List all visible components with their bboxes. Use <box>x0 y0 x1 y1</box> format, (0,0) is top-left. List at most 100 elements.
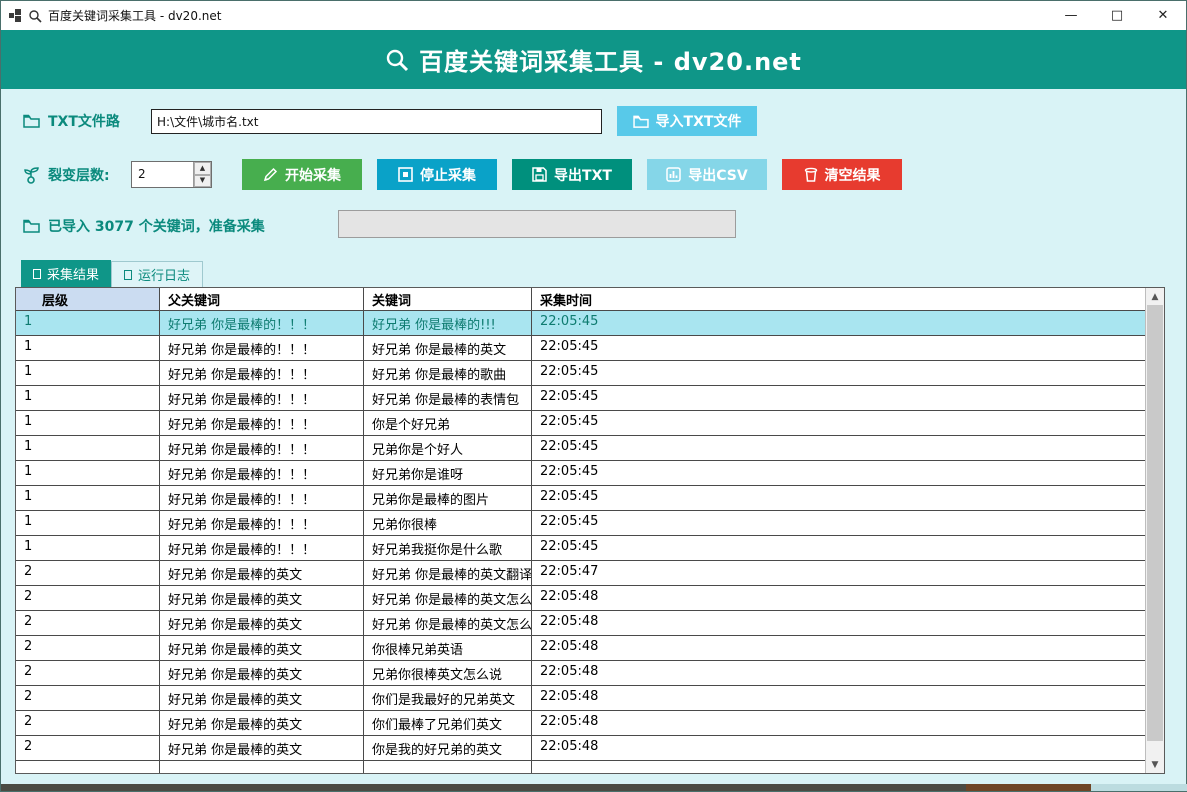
start-collect-label: 开始采集 <box>285 165 341 185</box>
table-row[interactable]: 1好兄弟 你是最棒的！！！好兄弟 你是最棒的表情包22:05:45 <box>16 386 1145 411</box>
table-cell <box>160 761 364 773</box>
fission-depth-stepper[interactable]: 2 ▲ ▼ <box>131 161 212 188</box>
import-txt-button[interactable]: 导入TXT文件 <box>617 106 757 136</box>
table-cell: 好兄弟 你是最棒的！！！ <box>160 486 364 510</box>
column-header-parent-keyword[interactable]: 父关键词 <box>160 288 364 310</box>
stepper-down-icon[interactable]: ▼ <box>194 175 211 188</box>
export-csv-label: 导出CSV <box>688 165 747 185</box>
table-cell: 22:05:45 <box>532 311 1145 335</box>
table-row[interactable]: 1好兄弟 你是最棒的！！！好兄弟 你是最棒的歌曲22:05:45 <box>16 361 1145 386</box>
table-cell: 你很棒兄弟英语 <box>364 636 532 660</box>
pen-icon <box>263 167 278 182</box>
table-cell: 22:05:48 <box>532 711 1145 735</box>
folder-icon <box>633 115 649 128</box>
table-cell: 好兄弟 你是最棒的英文 <box>364 336 532 360</box>
table-cell: 22:05:45 <box>532 411 1145 435</box>
table-cell: 1 <box>16 486 160 510</box>
table-cell: 好兄弟 你是最棒的英文怎么... <box>364 586 532 610</box>
table-row[interactable]: 2好兄弟 你是最棒的英文好兄弟 你是最棒的英文怎么...22:05:48 <box>16 586 1145 611</box>
status-row: 已导入 3077 个关键词，准备采集 <box>23 216 265 236</box>
table-body: 1好兄弟 你是最棒的！！！好兄弟 你是最棒的!!!22:05:451好兄弟 你是… <box>16 311 1145 761</box>
results-table: 层级 父关键词 关键词 采集时间 1好兄弟 你是最棒的！！！好兄弟 你是最棒的!… <box>15 287 1165 774</box>
folder-icon <box>23 219 40 233</box>
table-cell: 1 <box>16 386 160 410</box>
export-txt-button[interactable]: 导出TXT <box>512 159 632 190</box>
table-cell: 好兄弟 你是最棒的！！！ <box>160 311 364 335</box>
table-cell: 22:05:45 <box>532 486 1145 510</box>
table-row[interactable]: 2好兄弟 你是最棒的英文好兄弟 你是最棒的英文翻译22:05:47 <box>16 561 1145 586</box>
table-row[interactable]: 2好兄弟 你是最棒的英文好兄弟 你是最棒的英文怎么...22:05:48 <box>16 611 1145 636</box>
export-csv-button[interactable]: 导出CSV <box>647 159 767 190</box>
trash-icon <box>804 167 818 182</box>
column-header-level[interactable]: 层级 <box>16 288 160 310</box>
table-cell: 2 <box>16 611 160 635</box>
page-title: 百度关键词采集工具 - dv20.net <box>419 42 802 77</box>
minimize-button[interactable]: — <box>1048 1 1094 30</box>
table-row[interactable]: 1好兄弟 你是最棒的！！！兄弟你是最棒的图片22:05:45 <box>16 486 1145 511</box>
table-cell: 2 <box>16 736 160 760</box>
table-row[interactable]: 1好兄弟 你是最棒的！！！好兄弟我挺你是什么歌22:05:45 <box>16 536 1145 561</box>
start-collect-button[interactable]: 开始采集 <box>242 159 362 190</box>
vertical-scrollbar[interactable]: ▲ ▼ <box>1145 288 1164 773</box>
table-cell: 好兄弟 你是最棒的英文 <box>160 611 364 635</box>
table-cell: 你是我的好兄弟的英文 <box>364 736 532 760</box>
table-cell: 兄弟你是个好人 <box>364 436 532 460</box>
stepper-up-icon[interactable]: ▲ <box>194 162 211 175</box>
chart-icon <box>666 167 681 182</box>
search-icon <box>28 9 42 23</box>
table-cell: 22:05:45 <box>532 336 1145 360</box>
table-cell: 好兄弟 你是最棒的！！！ <box>160 436 364 460</box>
table-cell: 22:05:45 <box>532 536 1145 560</box>
table-cell: 好兄弟 你是最棒的！！！ <box>160 336 364 360</box>
table-cell: 你们最棒了兄弟们英文 <box>364 711 532 735</box>
table-row[interactable]: 2好兄弟 你是最棒的英文你是我的好兄弟的英文22:05:48 <box>16 736 1145 761</box>
import-txt-label: 导入TXT文件 <box>656 111 742 131</box>
table-cell: 好兄弟 你是最棒的！！！ <box>160 461 364 485</box>
table-cell: 好兄弟 你是最棒的英文 <box>160 661 364 685</box>
table-cell: 好兄弟 你是最棒的英文翻译 <box>364 561 532 585</box>
file-path-input[interactable] <box>151 109 602 134</box>
table-row[interactable]: 1好兄弟 你是最棒的！！！兄弟你是个好人22:05:45 <box>16 436 1145 461</box>
tab-collect-results[interactable]: 采集结果 <box>21 260 111 287</box>
search-icon <box>385 48 409 72</box>
maximize-button[interactable]: □ <box>1094 1 1140 30</box>
table-row[interactable]: 1好兄弟 你是最棒的！！！好兄弟你是谁呀22:05:45 <box>16 461 1145 486</box>
scrollbar-thumb[interactable] <box>1147 305 1163 741</box>
scroll-down-icon[interactable]: ▼ <box>1146 756 1164 773</box>
table-row[interactable]: 1好兄弟 你是最棒的！！！你是个好兄弟22:05:45 <box>16 411 1145 436</box>
column-header-collect-time[interactable]: 采集时间 <box>532 288 1145 310</box>
file-path-label: TXT文件路 <box>48 111 120 131</box>
table-partial-row <box>16 761 1145 773</box>
table-cell: 好兄弟 你是最棒的歌曲 <box>364 361 532 385</box>
table-row[interactable]: 2好兄弟 你是最棒的英文你们最棒了兄弟们英文22:05:48 <box>16 711 1145 736</box>
table-cell: 1 <box>16 311 160 335</box>
table-row[interactable]: 1好兄弟 你是最棒的！！！好兄弟 你是最棒的英文22:05:45 <box>16 336 1145 361</box>
table-row[interactable]: 1好兄弟 你是最棒的！！！兄弟你很棒22:05:45 <box>16 511 1145 536</box>
tab-collect-results-label: 采集结果 <box>47 264 99 283</box>
table-cell: 好兄弟 你是最棒的！！！ <box>160 511 364 535</box>
table-cell: 你们是我最好的兄弟英文 <box>364 686 532 710</box>
tab-run-log[interactable]: 运行日志 <box>111 261 203 287</box>
table-cell: 22:05:48 <box>532 636 1145 660</box>
table-row[interactable]: 2好兄弟 你是最棒的英文你们是我最好的兄弟英文22:05:48 <box>16 686 1145 711</box>
table-cell: 1 <box>16 461 160 485</box>
column-header-keyword[interactable]: 关键词 <box>364 288 532 310</box>
stop-collect-label: 停止采集 <box>420 165 476 185</box>
table-cell: 22:05:48 <box>532 736 1145 760</box>
table-row[interactable]: 2好兄弟 你是最棒的英文你很棒兄弟英语22:05:48 <box>16 636 1145 661</box>
table-cell: 好兄弟你是谁呀 <box>364 461 532 485</box>
clear-results-button[interactable]: 清空结果 <box>782 159 902 190</box>
stop-collect-button[interactable]: 停止采集 <box>377 159 497 190</box>
table-cell: 2 <box>16 586 160 610</box>
title-bar: 百度关键词采集工具 - dv20.net — □ ✕ <box>1 1 1186 30</box>
table-row[interactable]: 1好兄弟 你是最棒的！！！好兄弟 你是最棒的!!!22:05:45 <box>16 311 1145 336</box>
table-header-row: 层级 父关键词 关键词 采集时间 <box>16 288 1145 311</box>
table-cell <box>532 761 1145 773</box>
stop-icon <box>398 167 413 182</box>
table-cell: 你是个好兄弟 <box>364 411 532 435</box>
table-row[interactable]: 2好兄弟 你是最棒的英文兄弟你很棒英文怎么说22:05:48 <box>16 661 1145 686</box>
close-button[interactable]: ✕ <box>1140 1 1186 30</box>
status-text: 已导入 3077 个关键词，准备采集 <box>48 216 265 236</box>
scroll-up-icon[interactable]: ▲ <box>1146 288 1164 305</box>
table-cell: 1 <box>16 411 160 435</box>
